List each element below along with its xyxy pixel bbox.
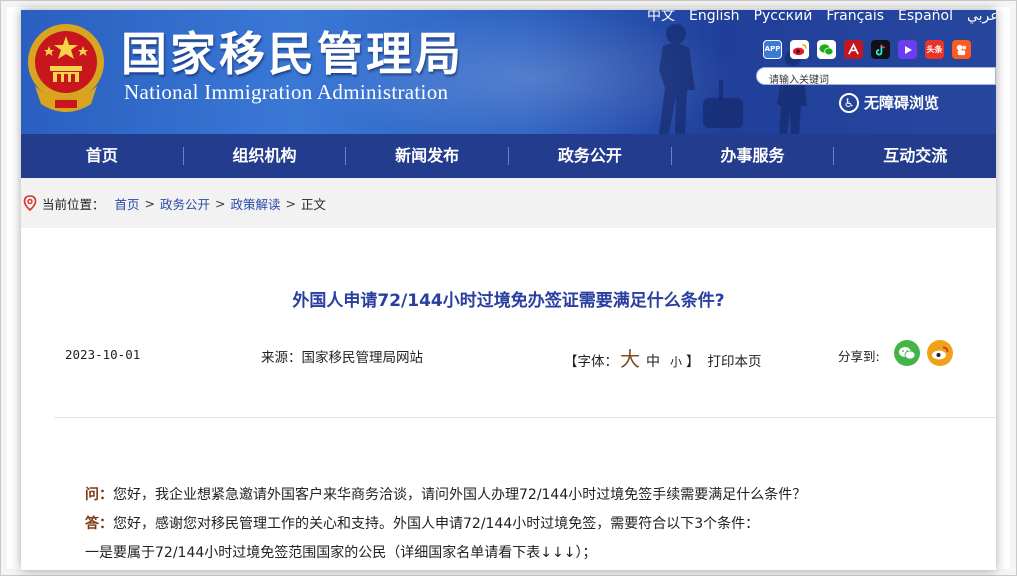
nav-item-government-affairs[interactable]: 政务公开	[509, 134, 671, 178]
search-input[interactable]	[757, 72, 995, 89]
article-divider	[54, 417, 996, 418]
article-meta: 2023-10-01 来源：国家移民管理局网站 【字体： 大 中 小 】 打印本…	[21, 340, 996, 372]
kuaishou-icon[interactable]	[952, 40, 971, 59]
nav-item-services[interactable]: 办事服务	[672, 134, 834, 178]
main-navigation: 首页 组织机构 新闻发布 政务公开 办事服务 互动交流	[21, 134, 996, 178]
location-pin-icon	[23, 195, 37, 211]
article-source: 来源：国家移民管理局网站	[261, 350, 423, 366]
breadcrumb-separator: >	[144, 195, 156, 211]
article-container: 外国人申请72/144小时过境免办签证需要满足什么条件? 2023-10-01 …	[21, 228, 996, 570]
breadcrumb-link-government-affairs[interactable]: 政务公开	[160, 194, 210, 213]
print-page-button[interactable]: 打印本页	[708, 350, 762, 370]
nav-item-home[interactable]: 首页	[21, 134, 183, 178]
font-size-medium-button[interactable]: 中	[646, 351, 660, 371]
lang-arabic[interactable]: عربي	[967, 10, 996, 28]
app-icon[interactable]: APP	[763, 40, 782, 59]
publish-date: 2023-10-01	[65, 347, 141, 362]
accessibility-button[interactable]: ♿ 无障碍浏览	[839, 92, 939, 113]
answer-label: 答：	[85, 516, 113, 532]
lang-chinese[interactable]: 中文	[647, 10, 675, 28]
article-body: 问：您好，我企业想紧急邀请外国客户来华商务洽谈，请问外国人办理72/144小时过…	[85, 481, 985, 568]
weibo-icon[interactable]	[790, 40, 809, 59]
header-banner: 国家移民管理局 National Immigration Administrat…	[21, 10, 996, 134]
nav-item-organization[interactable]: 组织机构	[184, 134, 346, 178]
font-size-prefix: 【字体：	[564, 354, 618, 370]
article-title: 外国人申请72/144小时过境免办签证需要满足什么条件?	[292, 291, 725, 311]
breadcrumb-link-home[interactable]: 首页	[115, 194, 140, 213]
question-text: 您好，我企业想紧急邀请外国客户来华商务洽谈，请问外国人办理72/144小时过境免…	[113, 487, 807, 503]
social-media-icons: APP 头条	[763, 40, 971, 59]
lang-french[interactable]: Français	[826, 10, 884, 28]
question-label: 问：	[85, 487, 113, 503]
national-emblem-icon	[28, 24, 104, 112]
nav-item-interaction[interactable]: 互动交流	[834, 134, 996, 178]
people-daily-icon[interactable]	[844, 40, 863, 59]
breadcrumb-separator: >	[285, 195, 297, 211]
video-icon[interactable]	[898, 40, 917, 59]
share-label: 分享到:	[838, 349, 880, 364]
font-size-small-button[interactable]: 小	[670, 353, 682, 370]
share-wechat-icon[interactable]	[894, 340, 920, 366]
breadcrumb: 当前位置： 首页 > 政务公开 > 政策解读 > 正文	[21, 178, 996, 228]
site-title-chinese: 国家移民管理局	[121, 27, 464, 81]
lang-russian[interactable]: Русский	[754, 10, 813, 28]
web-page: 国家移民管理局 National Immigration Administrat…	[21, 10, 996, 570]
breadcrumb-prefix: 当前位置：	[42, 196, 105, 212]
answer-paragraph: 答：您好，感谢您对移民管理工作的关心和支持。外国人申请72/144小时过境免签，…	[85, 510, 985, 539]
accessibility-label: 无障碍浏览	[864, 94, 940, 112]
breadcrumb-separator: >	[215, 195, 226, 211]
breadcrumb-link-policy-interpretation[interactable]: 政策解读	[231, 194, 281, 213]
search-box	[756, 67, 996, 89]
font-size-large-button[interactable]: 大	[620, 343, 640, 372]
tiktok-icon[interactable]	[871, 40, 890, 59]
question-paragraph: 问：您好，我企业想紧急邀请外国客户来华商务洽谈，请问外国人办理72/144小时过…	[85, 481, 985, 510]
language-switcher: 中文 English Русский Français Español عربي	[647, 10, 996, 28]
nav-item-news[interactable]: 新闻发布	[346, 134, 508, 178]
answer-text: 您好，感谢您对移民管理工作的关心和支持。外国人申请72/144小时过境免签，需要…	[113, 516, 760, 532]
toutiao-icon[interactable]: 头条	[925, 40, 944, 59]
share-weibo-icon[interactable]	[927, 340, 953, 366]
font-size-suffix: 】	[686, 354, 700, 370]
font-size-controls: 【字体： 大 中 小 】 打印本页	[564, 343, 762, 372]
lang-english[interactable]: English	[689, 10, 740, 28]
wechat-icon[interactable]	[817, 40, 836, 59]
wheelchair-icon: ♿	[839, 92, 859, 113]
condition-paragraph: 一是要属于72/144小时过境免签范围国家的公民（详细国家名单请看下表↓↓↓）；	[85, 545, 597, 561]
site-title-english: National Immigration Administration	[124, 80, 449, 104]
lang-spanish[interactable]: Español	[898, 10, 953, 28]
breadcrumb-current: 正文	[301, 196, 327, 212]
